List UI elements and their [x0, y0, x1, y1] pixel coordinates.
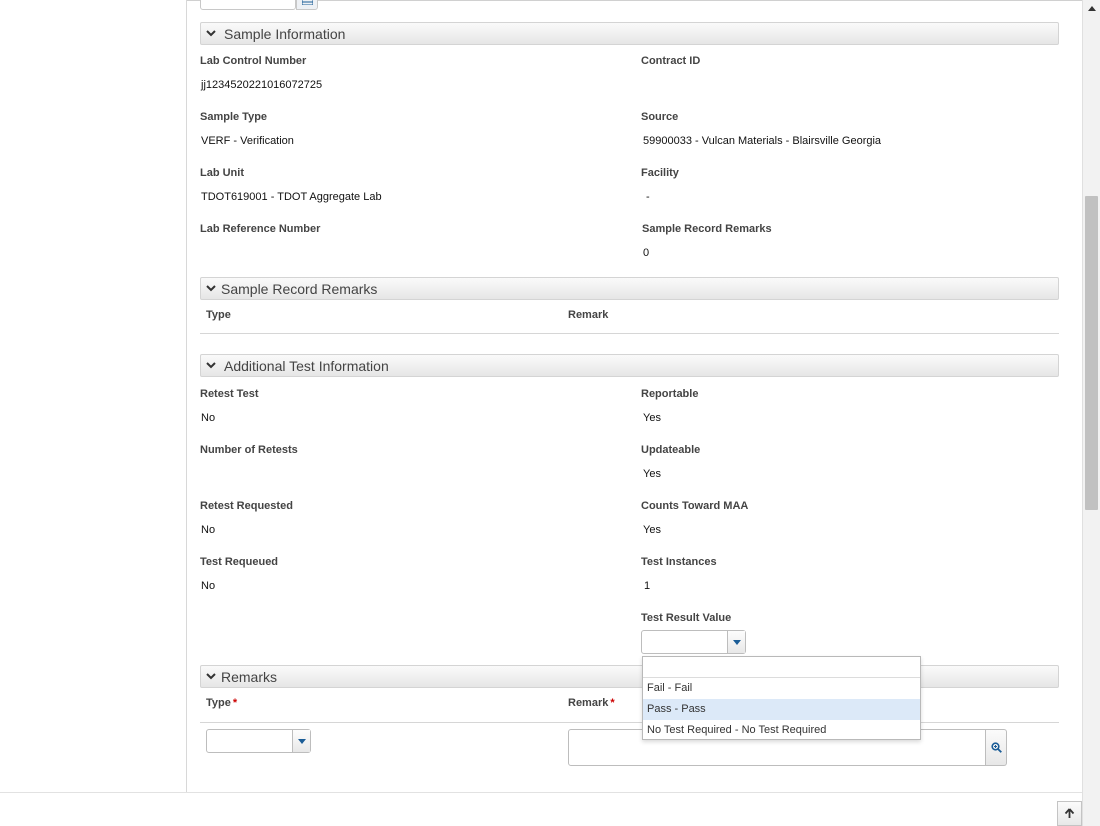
column-header-type: Type	[206, 309, 231, 321]
back-to-top-button[interactable]	[1057, 801, 1082, 826]
sample-record-remarks-count: 0	[643, 247, 650, 259]
caret-down-icon	[298, 739, 306, 744]
remarks-remark-header: Remark *	[568, 697, 615, 709]
test-requeued-value: No	[201, 580, 216, 592]
section-title: Remarks	[221, 669, 278, 685]
test-requeued-label: Test Requeued	[200, 556, 279, 568]
required-marker: *	[232, 697, 238, 709]
column-header-remark: Remark	[568, 309, 609, 321]
magnifier-icon	[991, 742, 1002, 753]
test-result-value-dropdown-list: Fail - Fail Pass - Pass No Test Required…	[642, 656, 921, 740]
vertical-scrollbar[interactable]	[1082, 0, 1100, 826]
chevron-down-icon	[206, 673, 216, 680]
calendar-icon	[302, 0, 313, 5]
remark-type-select[interactable]	[206, 729, 311, 753]
arrow-up-icon	[1064, 808, 1075, 818]
dropdown-toggle[interactable]	[292, 730, 310, 752]
scroll-up-arrow-icon[interactable]	[1088, 6, 1096, 11]
lab-unit-label: Lab Unit	[200, 167, 244, 179]
lab-reference-number-label: Lab Reference Number	[200, 223, 321, 235]
section-title: Sample Record Remarks	[221, 281, 378, 297]
calendar-button[interactable]	[296, 0, 318, 10]
dropdown-option-pass[interactable]: Pass - Pass	[643, 699, 920, 720]
remark-lookup-button[interactable]	[986, 729, 1007, 766]
counts-toward-maa-value: Yes	[643, 524, 661, 536]
sample-information-header[interactable]: Sample Information	[200, 22, 1059, 45]
sample-type-label: Sample Type	[200, 111, 268, 123]
chevron-down-icon	[206, 30, 216, 37]
table-divider	[200, 722, 1059, 723]
number-of-retests-label: Number of Retests	[200, 444, 298, 456]
sample-type-value: VERF - Verification	[201, 135, 294, 147]
source-label: Source	[641, 111, 679, 123]
dropdown-option-no-test-required[interactable]: No Test Required - No Test Required	[643, 720, 920, 741]
dropdown-option-fail[interactable]: Fail - Fail	[643, 678, 920, 699]
sample-record-remarks-label: Sample Record Remarks	[642, 223, 772, 235]
dropdown-filter-input[interactable]	[643, 657, 920, 678]
section-title: Additional Test Information	[224, 358, 389, 374]
retest-requested-value: No	[201, 524, 216, 536]
retest-test-label: Retest Test	[200, 388, 259, 400]
lab-control-number-value: jj1234520221016072725	[201, 79, 323, 91]
section-title: Sample Information	[224, 26, 346, 42]
source-value: 59900033 - Vulcan Materials - Blairsvill…	[643, 135, 882, 147]
left-sidebar-panel	[0, 0, 187, 792]
additional-test-information-header[interactable]: Additional Test Information	[200, 354, 1059, 377]
caret-down-icon	[733, 640, 741, 645]
date-input[interactable]	[200, 0, 296, 10]
facility-label: Facility	[641, 167, 679, 179]
column-header-type: Type	[206, 697, 231, 709]
remarks-header[interactable]: Remarks	[200, 665, 1059, 688]
table-divider	[200, 333, 1059, 334]
test-instances-value: 1	[644, 580, 651, 592]
chevron-down-icon	[206, 285, 216, 292]
remarks-type-header: Type *	[206, 697, 237, 709]
reportable-value: Yes	[643, 412, 661, 424]
contract-id-label: Contract ID	[641, 55, 701, 67]
test-result-value-label: Test Result Value	[641, 612, 732, 624]
sample-record-remarks-header[interactable]: Sample Record Remarks	[200, 277, 1059, 300]
reportable-label: Reportable	[641, 388, 699, 400]
retest-test-value: No	[201, 412, 216, 424]
lab-control-number-label: Lab Control Number	[200, 55, 307, 67]
updateable-label: Updateable	[641, 444, 701, 456]
counts-toward-maa-label: Counts Toward MAA	[641, 500, 749, 512]
test-result-value-select[interactable]	[641, 630, 746, 654]
chevron-down-icon	[206, 362, 216, 369]
updateable-value: Yes	[643, 468, 661, 480]
test-instances-label: Test Instances	[641, 556, 717, 568]
lab-unit-value: TDOT619001 - TDOT Aggregate Lab	[201, 191, 382, 203]
dropdown-toggle[interactable]	[727, 631, 745, 653]
content-bottom-border	[0, 792, 1082, 793]
facility-value: -	[646, 191, 650, 203]
required-marker: *	[610, 697, 615, 709]
retest-requested-label: Retest Requested	[200, 500, 293, 512]
column-header-remark: Remark	[568, 697, 609, 709]
scrollbar-thumb[interactable]	[1085, 196, 1098, 510]
